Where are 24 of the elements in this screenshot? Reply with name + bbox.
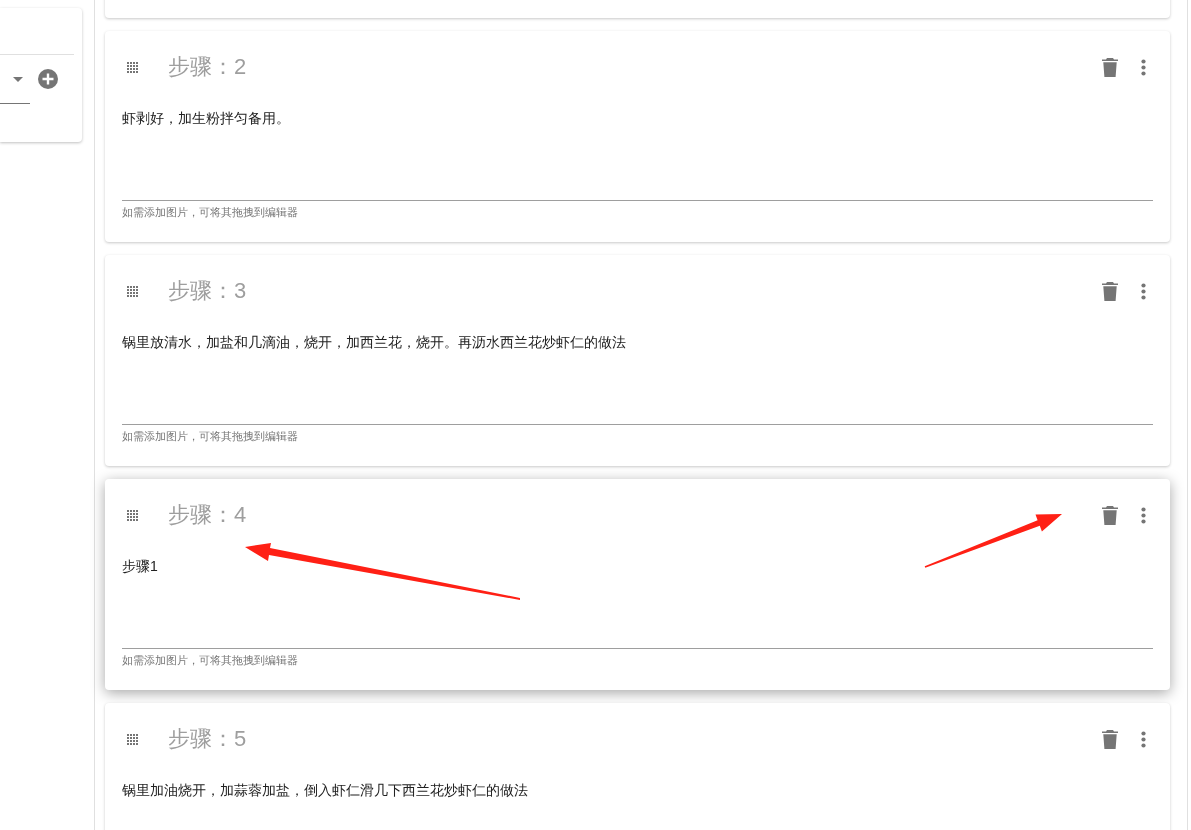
drag-handle-icon[interactable]	[127, 285, 138, 297]
more-icon[interactable]	[1141, 58, 1146, 76]
step-title: 步骤：5	[168, 725, 247, 753]
trash-icon[interactable]	[1102, 281, 1118, 301]
hint-text: 如需添加图片，可将其拖拽到编辑器	[122, 653, 298, 667]
step-title: 步骤：2	[168, 53, 247, 81]
more-icon[interactable]	[1141, 282, 1146, 300]
hint-text: 如需添加图片，可将其拖拽到编辑器	[122, 429, 298, 443]
step-editor[interactable]: 锅里加油烧开，加蒜蓉加盐，倒入虾仁滑几下西兰花炒虾仁的做法	[122, 770, 1153, 830]
drag-handle-icon[interactable]	[127, 733, 138, 745]
hint-text: 如需添加图片，可将其拖拽到编辑器	[122, 205, 298, 219]
more-icon[interactable]	[1141, 506, 1146, 524]
drag-handle-icon[interactable]	[127, 61, 138, 73]
step-title: 步骤：4	[168, 501, 247, 529]
trash-icon[interactable]	[1102, 729, 1118, 749]
step-title: 步骤：3	[168, 277, 247, 305]
step-editor[interactable]: 虾剥好，加生粉拌匀备用。	[122, 98, 1153, 201]
caret-icon	[13, 77, 23, 82]
trash-icon[interactable]	[1102, 57, 1118, 77]
drag-handle-icon[interactable]	[127, 509, 138, 521]
add-circle-icon[interactable]	[38, 68, 58, 89]
trash-icon[interactable]	[1102, 505, 1118, 525]
step-editor[interactable]: 锅里放清水，加盐和几滴油，烧开，加西兰花，烧开。再沥水西兰花炒虾仁的做法	[122, 322, 1153, 425]
more-icon[interactable]	[1141, 730, 1146, 748]
